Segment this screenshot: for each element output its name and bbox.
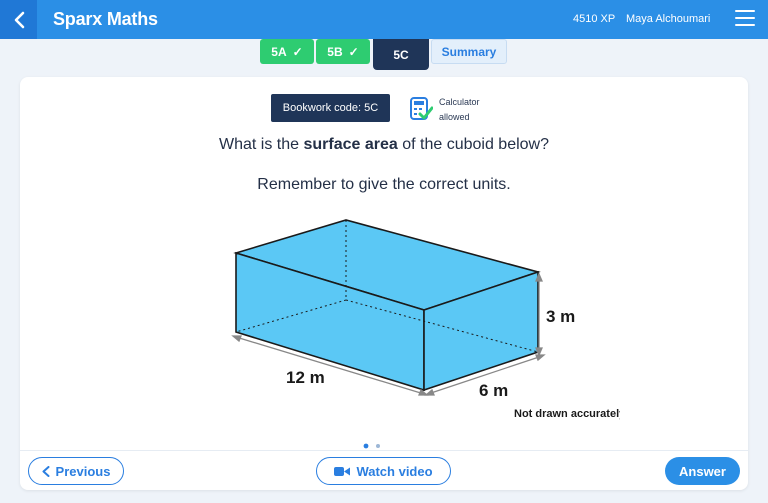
page-dots: [363, 443, 380, 449]
app-title: Sparx Maths: [53, 9, 158, 29]
previous-label: Previous: [55, 463, 111, 479]
tab-label: 5A: [271, 44, 287, 59]
question-text: What is the surface area of the cuboid b…: [219, 136, 549, 153]
footer-divider: [20, 450, 748, 451]
menu-icon[interactable]: [735, 10, 755, 29]
not-to-scale-note: Not drawn accurately: [514, 408, 620, 420]
watch-video-label: Watch video: [356, 463, 433, 479]
check-icon: ✓: [348, 44, 359, 59]
cuboid-diagram: 12 m 6 m 3 m Not drawn accurately: [231, 219, 620, 420]
tab-label: 5B: [327, 44, 343, 59]
calculator-allowed-label: Calculator allowed: [439, 97, 480, 122]
tab-label: Summary: [441, 44, 497, 59]
xp-count: 4510 XP: [573, 13, 616, 25]
video-camera-icon: [334, 466, 351, 477]
width-label: 6 m: [479, 381, 508, 400]
top-bar: Sparx Maths 4510 XP Maya Alchoumari: [0, 0, 768, 39]
tab-5c[interactable]: 5C: [373, 39, 429, 70]
instruction-text: Remember to give the correct units.: [257, 176, 511, 193]
tab-5b[interactable]: 5B ✓: [316, 39, 370, 64]
tab-5a[interactable]: 5A ✓: [260, 39, 314, 64]
watch-video-button[interactable]: Watch video: [316, 457, 451, 485]
tab-label: 5C: [393, 47, 409, 62]
answer-button[interactable]: Answer: [665, 457, 740, 485]
back-button[interactable]: [0, 0, 37, 39]
calculator-icon: [410, 97, 433, 120]
chevron-left-icon: [42, 465, 50, 477]
tab-summary[interactable]: Summary: [431, 39, 507, 64]
check-icon: ✓: [292, 44, 303, 59]
length-label: 12 m: [286, 368, 325, 387]
bookwork-code-badge: Bookwork code: 5C: [271, 94, 390, 122]
previous-button[interactable]: Previous: [28, 457, 124, 485]
user-name[interactable]: Maya Alchoumari: [626, 13, 710, 25]
height-label: 3 m: [546, 307, 575, 326]
chevron-left-icon: [14, 11, 24, 28]
